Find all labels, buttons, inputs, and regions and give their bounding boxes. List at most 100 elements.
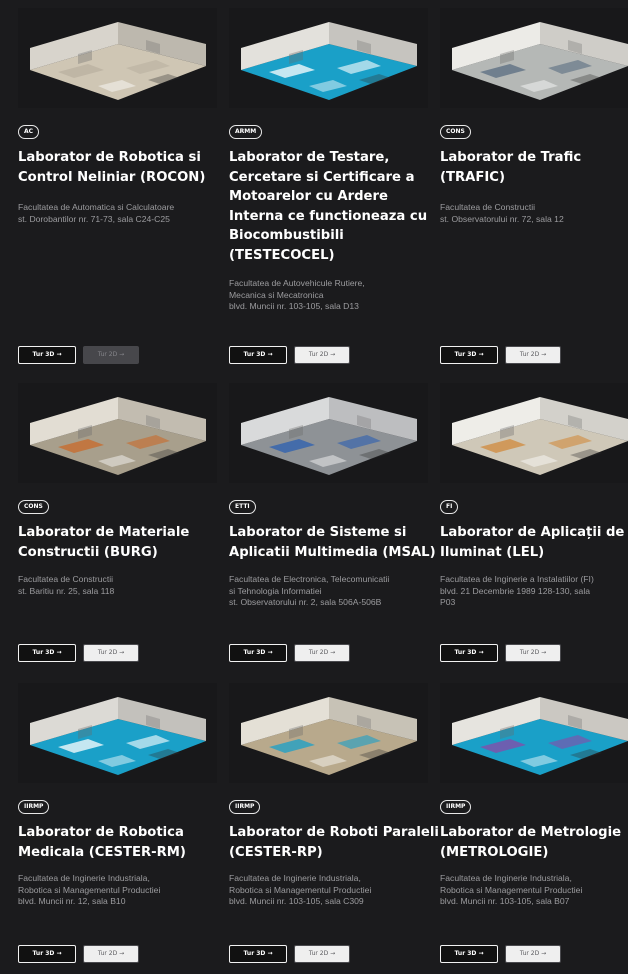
lab-title: Laborator de Materiale Constructii (BURG) (18, 523, 217, 562)
lab-location-line: Robotica si Managementul Productiei (440, 884, 583, 895)
lab-3d-preview-image (452, 397, 628, 475)
tour-3d-button[interactable]: Tur 3D → (440, 644, 498, 662)
lab-thumbnail[interactable] (18, 383, 217, 483)
faculty-badge: IIRMP (229, 800, 261, 814)
faculty-badge: FI (440, 500, 459, 514)
lab-title: Laborator de Aplicații de Iluminat (LEL) (440, 523, 628, 562)
tour-3d-button[interactable]: Tur 3D → (18, 644, 76, 662)
lab-title-line: (METROLOGIE) (440, 844, 549, 860)
lab-title-line: (TESTECOCEL) (229, 247, 335, 263)
lab-location-line: Facultatea de Inginerie Industriala, (229, 873, 361, 883)
lab-location: Facultatea de Constructii st. Baritiu nr.… (18, 574, 222, 597)
lab-location: Facultatea de Autovehicule Rutiere, Mecan… (229, 278, 433, 313)
lab-title: Laborator de Roboti Paraleli (CESTER-RP) (229, 823, 439, 862)
faculty-badge: ETTI (229, 500, 256, 514)
tour-2d-button[interactable]: Tur 2D → (505, 644, 561, 662)
tour-3d-button[interactable]: Tur 3D → (440, 346, 498, 364)
lab-thumbnail[interactable] (229, 383, 428, 483)
lab-thumbnail[interactable] (18, 8, 217, 108)
lab-location: Facultatea de Inginerie a Instalatiilor … (440, 574, 628, 609)
tour-2d-button[interactable]: Tur 2D → (83, 346, 139, 364)
lab-location-line: blvd. Muncii nr. 103-105, sala B07 (440, 896, 570, 906)
lab-3d-preview-image (452, 697, 628, 775)
lab-location: Facultatea de Inginerie Industriala, Robo… (18, 873, 222, 908)
tour-3d-button[interactable]: Tur 3D → (229, 945, 287, 963)
lab-location-line: Facultatea de Automatica si Calculatoare (18, 202, 175, 212)
lab-title-line: Cercetare si Certificare a (229, 169, 415, 185)
lab-thumbnail[interactable] (229, 8, 428, 108)
lab-location-line: blvd. 21 Decembrie 1989 128-130, sala (440, 585, 591, 596)
lab-location-line: Facultatea de Constructii (440, 202, 536, 212)
lab-3d-preview-image (241, 397, 417, 475)
lab-title-line: Laborator de Metrologie (440, 825, 622, 840)
lab-3d-preview-image (30, 397, 206, 475)
lab-location: Facultatea de Automatica si Calculatoare… (18, 202, 222, 225)
tour-3d-button[interactable]: Tur 3D → (18, 945, 76, 963)
lab-location-line: blvd. Muncii nr. 103-105, sala D13 (229, 301, 359, 311)
lab-title-line: (CESTER-RP) (229, 844, 323, 860)
tour-3d-button[interactable]: Tur 3D → (440, 945, 498, 963)
faculty-badge: CONS (440, 125, 471, 139)
lab-location-line: Robotica si Managementul Productiei (18, 884, 161, 895)
lab-title-line: Biocombustibili (229, 228, 344, 243)
lab-location-line: Facultatea de Inginerie Industriala, (18, 873, 150, 883)
tour-2d-button[interactable]: Tur 2D → (294, 644, 350, 662)
lab-location-line: blvd. Muncii nr. 103-105, sala C309 (229, 896, 364, 906)
lab-title-line: Constructii (BURG) (18, 544, 158, 560)
lab-location-line: blvd. Muncii nr. 12, sala B10 (18, 896, 126, 906)
lab-thumbnail[interactable] (18, 683, 217, 783)
tour-2d-button[interactable]: Tur 2D → (505, 346, 561, 364)
lab-title-line: Interna ce functioneaza cu (229, 208, 428, 224)
lab-location: Facultatea de Constructii st. Observatoru… (440, 202, 628, 225)
lab-location: Facultatea de Inginerie Industriala, Robo… (440, 873, 628, 908)
lab-title-line: Laborator de Trafic (440, 150, 582, 165)
lab-title-line: Laborator de Aplicații de (440, 525, 625, 540)
lab-title-line: Laborator de Sisteme si (229, 525, 407, 540)
lab-title-line: Laborator de Robotica si (18, 150, 201, 165)
lab-title-line: Iluminat (LEL) (440, 544, 545, 560)
lab-location-line: Facultatea de Electronica, Telecomunicat… (229, 574, 390, 584)
lab-location-line: st. Dorobantilor nr. 71-73, sala C24-C25 (18, 213, 170, 224)
lab-3d-preview-image (30, 22, 206, 100)
lab-3d-preview-image (30, 697, 206, 775)
lab-title: Laborator de Trafic (TRAFIC) (440, 148, 628, 187)
lab-3d-preview-image (241, 22, 417, 100)
faculty-badge: IIRMP (18, 800, 50, 814)
lab-thumbnail[interactable] (440, 683, 628, 783)
lab-location-line: P03 (440, 597, 456, 607)
lab-title-line: (TRAFIC) (440, 169, 506, 185)
lab-location-line: Facultatea de Inginerie a Instalatiilor … (440, 574, 594, 584)
lab-location: Facultatea de Inginerie Industriala, Robo… (229, 873, 433, 908)
tour-3d-button[interactable]: Tur 3D → (18, 346, 76, 364)
lab-title: Laborator de Robotica si Control Neliniar… (18, 148, 217, 187)
lab-title-line: Control Neliniar (ROCON) (18, 169, 206, 185)
lab-title-line: Laborator de Roboti Paraleli (229, 825, 439, 840)
tour-3d-button[interactable]: Tur 3D → (229, 644, 287, 662)
lab-location-line: Facultatea de Constructii (18, 574, 114, 584)
lab-title: Laborator de Sisteme si Aplicatii Multime… (229, 523, 436, 562)
lab-title-line: Motoarelor cu Ardere (229, 189, 388, 204)
lab-title-line: Aplicatii Multimedia (MSAL) (229, 544, 436, 560)
tour-2d-button[interactable]: Tur 2D → (83, 945, 139, 963)
lab-3d-preview-image (452, 22, 628, 100)
lab-location-line: Mecanica si Mecatronica (229, 289, 324, 300)
tour-2d-button[interactable]: Tur 2D → (294, 346, 350, 364)
lab-thumbnail[interactable] (440, 383, 628, 483)
tour-3d-button[interactable]: Tur 3D → (229, 346, 287, 364)
lab-title-line: Medicala (CESTER-RM) (18, 844, 186, 860)
lab-title-line: Laborator de Materiale (18, 525, 190, 540)
tour-2d-button[interactable]: Tur 2D → (505, 945, 561, 963)
faculty-badge: IIRMP (440, 800, 472, 814)
lab-title: Laborator de Robotica Medicala (CESTER-RM… (18, 823, 217, 862)
lab-location-line: st. Observatorului nr. 2, sala 506A-506B (229, 597, 382, 607)
lab-location-line: Robotica si Managementul Productiei (229, 884, 372, 895)
lab-title-line: Laborator de Robotica (18, 825, 184, 840)
lab-location-line: si Tehnologia Informatiei (229, 585, 322, 596)
faculty-badge: AC (18, 125, 40, 139)
tour-2d-button[interactable]: Tur 2D → (83, 644, 139, 662)
lab-thumbnail[interactable] (229, 683, 428, 783)
lab-3d-preview-image (241, 697, 417, 775)
lab-title: Laborator de Testare, Cercetare si Certif… (229, 148, 428, 265)
tour-2d-button[interactable]: Tur 2D → (294, 945, 350, 963)
lab-thumbnail[interactable] (440, 8, 628, 108)
